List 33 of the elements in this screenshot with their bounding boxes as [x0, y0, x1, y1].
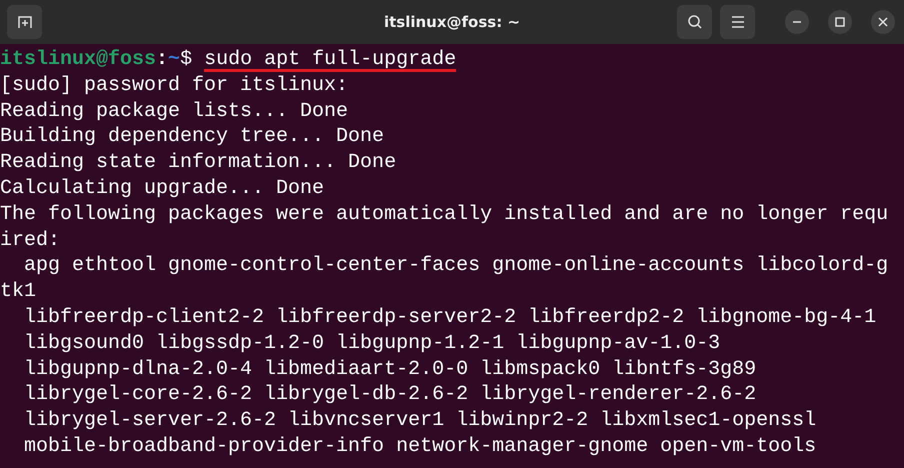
- output-line: apg ethtool gnome-control-center-faces gnome-online-accounts libcolord-g: [23, 254, 888, 278]
- output-line: Reading state information... Done: [0, 151, 396, 174]
- output-line: Reading package lists... Done: [0, 100, 348, 123]
- output-line: librygel-core-2.6-2 librygel-db-2.6-2 librygel-renderer-2.6-2: [23, 383, 756, 406]
- output-line: librygel-server-2.6-2 libvncserver1 libwinpr2-2 libxmlsec1-openssl: [23, 409, 816, 432]
- output-line: ired:: [0, 228, 60, 252]
- output-line: The following packages were automatically installed and are no longer requ: [0, 202, 888, 226]
- command-text: sudo apt full-upgrade: [204, 48, 456, 71]
- menu-button[interactable]: [720, 5, 755, 39]
- output-line: Calculating upgrade... Done: [0, 176, 324, 200]
- search-icon: [686, 14, 702, 30]
- output-line: [sudo] password for itslinux:: [0, 74, 348, 97]
- output-line: libfreerdp-client2-2 libfreerdp-server2-2 libfreerdp2-2 libgnome-bg-4-1: [23, 306, 876, 329]
- new-tab-button[interactable]: [7, 5, 42, 39]
- output-line: Building dependency tree... Done: [0, 125, 384, 148]
- minimize-icon: [792, 21, 802, 23]
- prompt-separator: :: [156, 48, 168, 71]
- menu-icon: [730, 16, 744, 28]
- close-button[interactable]: [871, 10, 895, 34]
- maximize-icon: [835, 17, 845, 27]
- new-tab-icon: [16, 14, 32, 30]
- prompt-path: ~: [168, 48, 180, 71]
- prompt-symbol: $: [180, 48, 192, 71]
- output-line: tk1: [0, 280, 36, 304]
- maximize-button[interactable]: [828, 10, 852, 34]
- output-line: libgsound0 libgssdp-1.2-0 libgupnp-1.2-1 libgupnp-av-1.0-3: [23, 332, 720, 355]
- output-line: mobile-broadband-provider-info network-manager-gnome open-vm-tools: [23, 434, 816, 458]
- prompt-user-host: itslinux@foss: [0, 48, 156, 71]
- window-title: itslinux@foss: ~: [384, 13, 520, 31]
- search-button[interactable]: [677, 5, 712, 39]
- output-line: libgupnp-dlna-2.0-4 libmediaart-2.0-0 libmspack0 libntfs-3g89: [23, 358, 756, 381]
- close-icon: [878, 17, 888, 27]
- minimize-button[interactable]: [785, 10, 809, 34]
